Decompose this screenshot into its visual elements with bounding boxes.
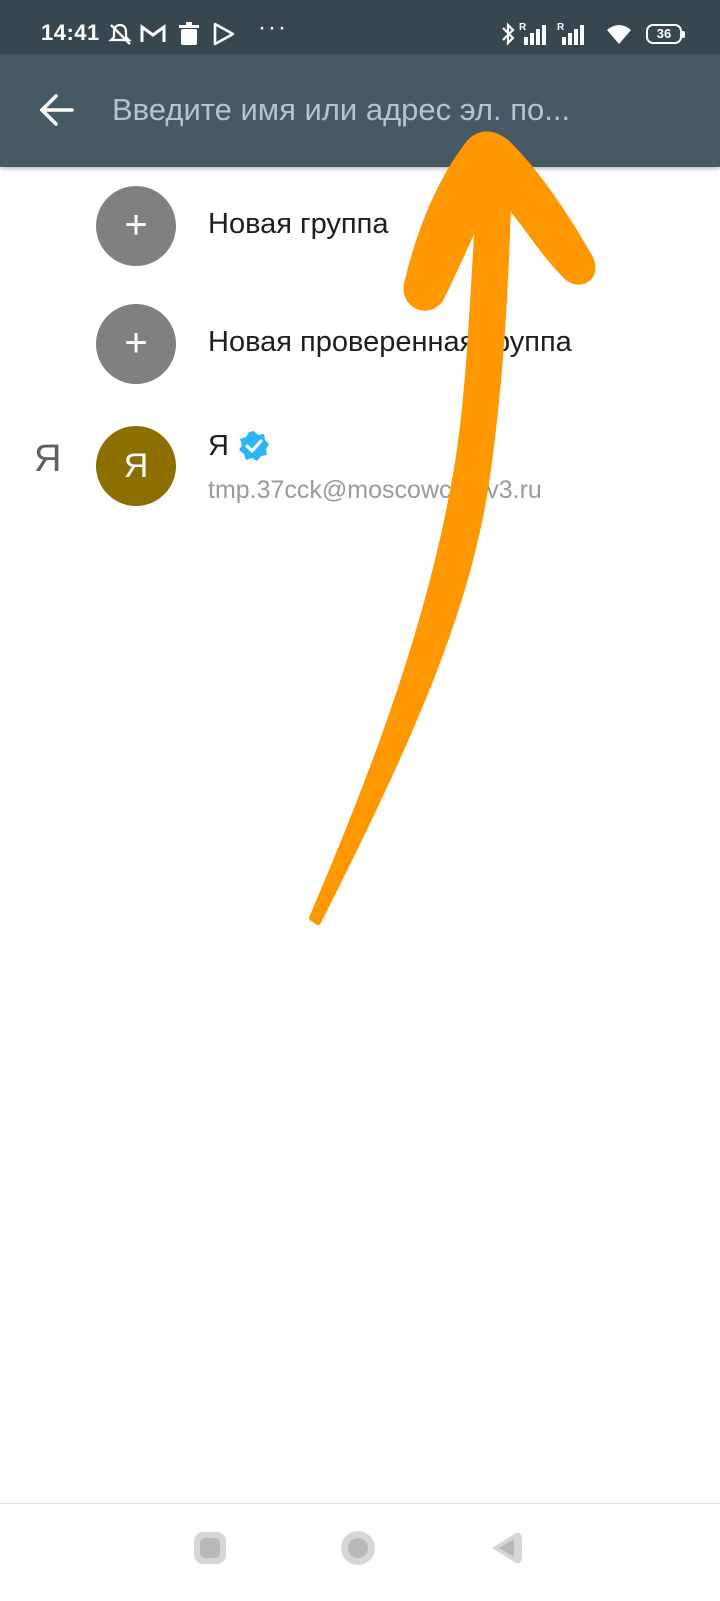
status-bar: 14:41 ··· R R 36 <box>0 0 720 54</box>
search-toolbar <box>0 54 720 167</box>
gmail-icon <box>140 24 166 42</box>
arrow-back-icon[interactable] <box>30 84 82 136</box>
new-verified-group-item[interactable]: + Новая проверенная группа <box>0 292 720 402</box>
new-verified-group-label: Новая проверенная группа <box>208 326 572 358</box>
svg-text:R: R <box>519 22 527 33</box>
avatar: Я <box>96 426 176 506</box>
more-icon: ··· <box>258 14 288 41</box>
svg-text:R: R <box>557 22 565 33</box>
recents-button[interactable] <box>192 1530 228 1566</box>
status-time: 14:41 <box>41 20 100 45</box>
contact-name: Я <box>208 430 229 462</box>
plus-icon: + <box>96 186 176 266</box>
system-nav-bar <box>0 1503 720 1601</box>
home-button[interactable] <box>340 1530 376 1566</box>
mute-icon <box>108 23 132 45</box>
play-store-icon <box>213 22 235 46</box>
trash-icon <box>179 22 199 45</box>
contact-email: tmp.37cck@moscowchatv3.ru <box>208 476 542 504</box>
battery-icon: 36 <box>646 24 685 44</box>
index-letter: Я <box>34 438 62 480</box>
contact-item[interactable]: Я Я Я tmp.37cck@moscowchatv3.ru <box>0 408 720 524</box>
new-group-label: Новая группа <box>208 208 389 240</box>
verified-check-icon <box>239 431 269 461</box>
search-input[interactable] <box>112 84 672 136</box>
new-group-item[interactable]: + Новая группа <box>0 174 720 284</box>
signal-r-icon: R <box>557 22 584 45</box>
back-button[interactable] <box>488 1530 524 1566</box>
signal-r-icon: R <box>519 22 546 45</box>
wifi-icon <box>607 25 631 44</box>
plus-icon: + <box>96 304 176 384</box>
